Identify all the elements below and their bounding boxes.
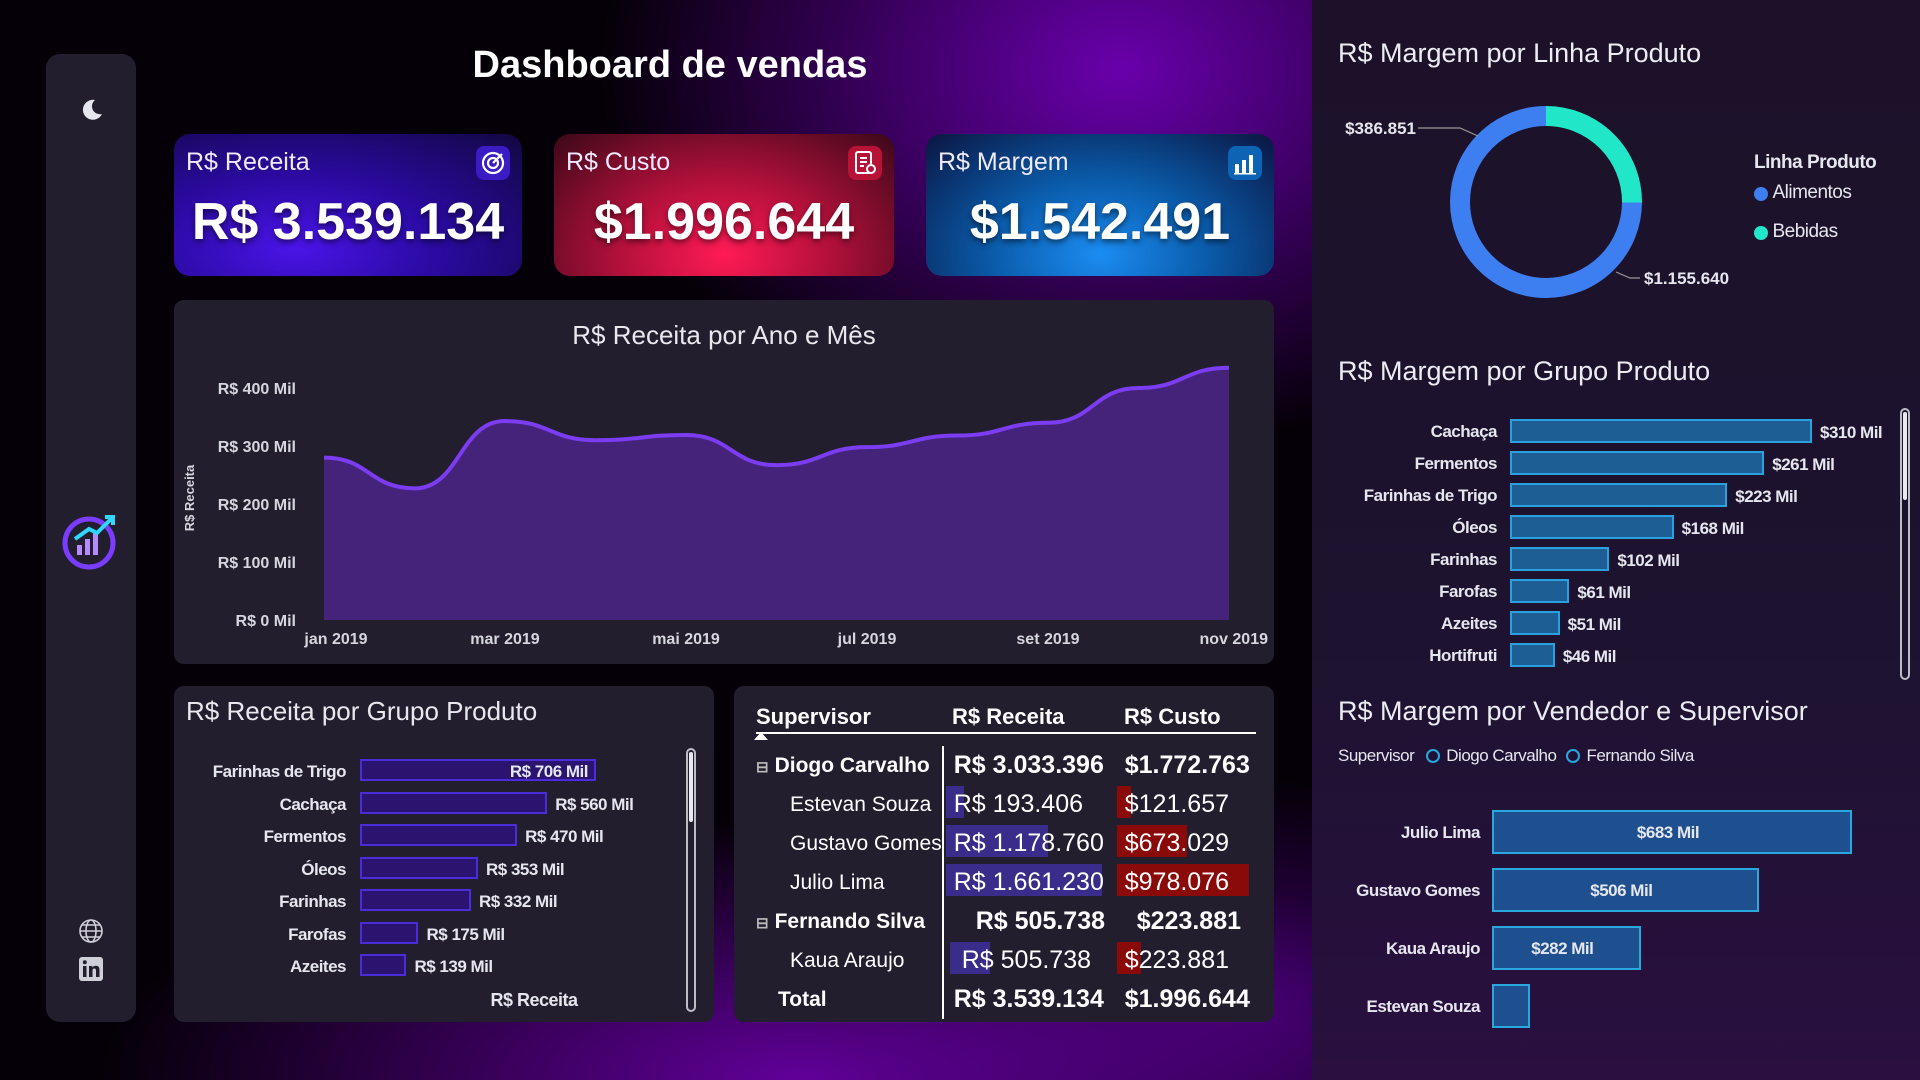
collapse-icon[interactable]: ⊟: [756, 759, 769, 776]
data-label: R$ 139 Mil: [414, 957, 493, 976]
x-axis-label: R$ Receita: [490, 990, 578, 1010]
kpi-value: $1.542.491: [969, 193, 1231, 251]
supervisor-table: ⊟ Diogo Carvalho R$ 3.033.396 $1.772.763 …: [746, 746, 1256, 1019]
y-tick-label: R$ 300 Mil: [218, 439, 296, 456]
moon-icon[interactable]: [46, 92, 136, 128]
growth-chart-logo-icon[interactable]: [46, 506, 136, 576]
category-label: Farofas: [288, 924, 346, 944]
invoice-icon: [848, 146, 882, 180]
category-label: Azeites: [289, 957, 347, 976]
bar[interactable]: [360, 856, 478, 879]
data-label: R$ 332 Mil: [478, 892, 558, 911]
linkedin-icon[interactable]: [46, 954, 136, 984]
receita-grupo-panel: R$ Receita por Grupo Produto Farinhas de…: [174, 686, 714, 1022]
bar[interactable]: [360, 824, 518, 846]
header-custo[interactable]: R$ Custo: [1124, 704, 1221, 730]
kpi-value: $1.996.644: [593, 193, 855, 251]
kpi-card-receita[interactable]: R$ Receita R$ 3.539.134: [174, 134, 522, 276]
y-tick-label: R$ 400 Mil: [218, 381, 296, 398]
kpi-label: R$ Margem: [938, 148, 1069, 176]
data-label: R$ 560 Mil: [555, 794, 634, 814]
x-tick-label: jan 2019: [303, 631, 367, 648]
table-row[interactable]: Julio Lima R$ 1.661.230 $978.076: [746, 863, 1256, 902]
x-tick-label: nov 2019: [1200, 631, 1269, 648]
data-label: R$ 175 Mil: [426, 924, 505, 944]
sort-arrow-icon[interactable]: [754, 732, 768, 740]
scrollbar[interactable]: [686, 748, 696, 1012]
kpi-card-margem[interactable]: R$ Margem $1.542.491: [926, 134, 1274, 276]
table-row[interactable]: Kaua Araujo R$ 505.738 $223.881: [746, 941, 1256, 980]
y-tick-label: R$ 100 Mil: [218, 555, 296, 572]
x-tick-label: mar 2019: [470, 631, 539, 648]
category-label: Estevan Souza: [1366, 997, 1481, 1016]
data-label: $282 Mil: [1531, 939, 1594, 958]
y-axis-label: R$ Receita: [182, 464, 197, 531]
table-body: ⊟ Diogo Carvalho R$ 3.033.396 $1.772.763 …: [746, 746, 1256, 1020]
category-label: Fermentos: [263, 827, 347, 846]
data-label: R$ 706 Mil: [509, 762, 589, 781]
globe-icon[interactable]: [46, 916, 136, 946]
category-label: Gustavo Gomes: [1356, 881, 1480, 900]
line-chart-panel: R$ Receita por Ano e Mês R$ Receita R$ 4…: [174, 300, 1274, 664]
line-chart: R$ Receita por Ano e Mês R$ Receita R$ 4…: [182, 320, 1269, 648]
x-tick-label: set 2019: [1016, 631, 1079, 648]
category-label: Cachaça: [279, 794, 347, 814]
table-row[interactable]: Gustavo Gomes R$ 1.178.760 $673.029: [746, 824, 1256, 863]
line-chart-title: R$ Receita por Ano e Mês: [572, 320, 876, 350]
x-tick-label: mai 2019: [652, 631, 720, 648]
kpi-label: R$ Receita: [186, 148, 310, 176]
supervisor-table-panel: Supervisor R$ Receita R$ Custo ⊟ Diogo Ca…: [734, 686, 1274, 1022]
y-tick-label: R$ 200 Mil: [218, 497, 296, 514]
kpi-card-custo[interactable]: R$ Custo $1.996.644: [554, 134, 894, 276]
table-row[interactable]: Estevan Souza R$ 193.406 $121.657: [746, 785, 1256, 824]
x-tick-label: jul 2019: [837, 631, 897, 648]
bar[interactable]: [360, 921, 419, 944]
table-row-total[interactable]: Total R$ 3.539.134 $1.996.644: [746, 980, 1256, 1019]
y-tick-label: R$ 0 Mil: [236, 613, 296, 630]
category-label: Kaua Araujo: [1385, 939, 1481, 958]
bar-chart-icon: [1228, 146, 1262, 180]
data-label: $506 Mil: [1590, 881, 1653, 900]
table-header: Supervisor R$ Receita R$ Custo: [756, 704, 1256, 734]
scrollbar-thumb[interactable]: [689, 752, 693, 822]
table-row[interactable]: ⊟ Diogo Carvalho R$ 3.033.396 $1.772.763: [746, 746, 1256, 785]
data-label: R$ 470 Mil: [525, 827, 604, 846]
category-label: Farinhas de Trigo: [212, 762, 347, 781]
dashboard-title: Dashboard de vendas: [472, 44, 868, 86]
receita-grupo-bars: Farinhas de Trigo R$ 706 Mil Cachaça R$ 560…: [174, 686, 714, 1022]
header-supervisor[interactable]: Supervisor: [756, 704, 871, 730]
data-label: R$ 353 Mil: [486, 859, 565, 879]
header-receita[interactable]: R$ Receita: [952, 704, 1065, 730]
collapse-icon[interactable]: ⊟: [756, 915, 769, 932]
margem-vendedor-bars: Julio Lima $683 Mil Gustavo Gomes $506 Mil K…: [1312, 0, 1920, 1080]
sidebar: [46, 54, 136, 1022]
bar[interactable]: [1492, 984, 1530, 1028]
category-label: Farinhas: [279, 892, 346, 911]
right-panel: R$ Margem por Linha Produto $386.851 $1.…: [1312, 0, 1920, 1080]
bar[interactable]: [360, 954, 407, 976]
bar[interactable]: [360, 791, 548, 814]
target-icon: [476, 146, 510, 180]
kpi-value: R$ 3.539.134: [191, 193, 505, 251]
category-label: Julio Lima: [1400, 823, 1481, 842]
category-label: Óleos: [301, 859, 346, 879]
table-row[interactable]: ⊟ Fernando Silva R$ 505.738 $223.881: [746, 902, 1256, 941]
data-label: $683 Mil: [1636, 823, 1700, 842]
bar[interactable]: [360, 889, 471, 911]
kpi-label: R$ Custo: [566, 148, 671, 176]
